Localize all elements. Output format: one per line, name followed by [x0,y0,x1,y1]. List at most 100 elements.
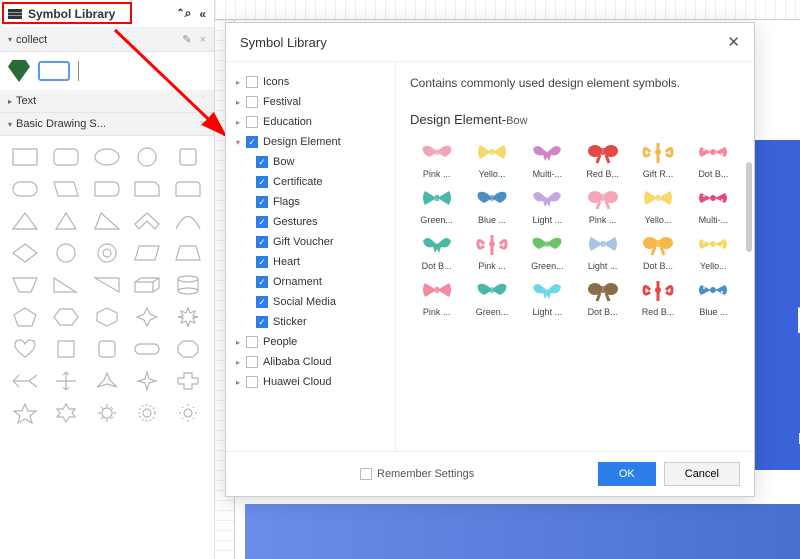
scrollbar[interactable] [746,162,752,252]
shape-gear[interactable] [90,400,124,426]
preview-item[interactable]: Red B... [631,275,684,317]
checkbox-icon[interactable] [246,76,258,88]
preview-item[interactable]: Dot B... [410,229,463,271]
checkbox-icon[interactable]: ✓ [256,316,268,328]
cancel-button[interactable]: Cancel [664,462,740,486]
tree-item-certificate[interactable]: ✓Certificate [226,172,395,192]
preview-item[interactable]: Blue ... [465,183,518,225]
preview-item[interactable]: Green... [410,183,463,225]
tree-item-alibaba-cloud[interactable]: Alibaba Cloud [226,352,395,372]
shape-skew[interactable] [49,176,83,202]
preview-item[interactable]: Green... [465,275,518,317]
shape-block[interactable] [130,272,164,298]
edit-icon[interactable]: ✎ [182,33,191,46]
tree-item-sticker[interactable]: ✓Sticker [226,312,395,332]
tree-item-gestures[interactable]: ✓Gestures [226,212,395,232]
shape-burst[interactable] [171,304,205,330]
preview-item[interactable]: Blue ... [687,275,740,317]
shape-roundrect2[interactable] [8,176,42,202]
shape-roundsquare[interactable] [90,336,124,362]
checkbox-icon[interactable]: ✓ [256,176,268,188]
badge-shape[interactable] [8,60,30,82]
shape-arrowright[interactable] [8,368,42,394]
tree-item-icons[interactable]: Icons [226,72,395,92]
shape-trapezoid[interactable] [171,240,205,266]
tree-item-flags[interactable]: ✓Flags [226,192,395,212]
preview-item[interactable]: Yello... [465,137,518,179]
preview-item[interactable]: Gift R... [631,137,684,179]
checkbox-icon[interactable]: ✓ [256,216,268,228]
preview-item[interactable]: Light ... [576,229,629,271]
preview-item[interactable]: Pink ... [576,183,629,225]
tree-item-people[interactable]: People [226,332,395,352]
preview-item[interactable]: Dot B... [576,275,629,317]
checkbox-icon[interactable]: ✓ [256,276,268,288]
tree-item-bow[interactable]: ✓Bow [226,152,395,172]
shape-sun[interactable] [171,400,205,426]
shape-circle[interactable] [130,144,164,170]
search-icon[interactable]: ⌕ [185,6,192,21]
shape-curve[interactable] [171,208,205,234]
shape-triangle3[interactable] [90,208,124,234]
shape-rtriangle[interactable] [49,272,83,298]
checkbox-icon[interactable] [360,468,372,480]
checkbox-icon[interactable]: ✓ [256,256,268,268]
shape-pill[interactable] [130,336,164,362]
shape-corner[interactable] [130,176,164,202]
tree-item-festival[interactable]: Festival [226,92,395,112]
shape-cylinder[interactable] [171,272,205,298]
checkbox-icon[interactable]: ✓ [246,136,258,148]
preview-item[interactable]: Multi-... [687,183,740,225]
shape-octagon[interactable] [171,336,205,362]
section-text[interactable]: ▸ Text [0,90,214,113]
checkbox-icon[interactable]: ✓ [256,156,268,168]
tree-item-heart[interactable]: ✓Heart [226,252,395,272]
checkbox-icon[interactable]: ✓ [256,236,268,248]
preview-item[interactable]: Light ... [521,183,574,225]
close-section-icon[interactable]: × [200,118,206,130]
shape-pentagon[interactable] [8,304,42,330]
shape-heart[interactable] [8,336,42,362]
shape-parallelogram[interactable] [130,240,164,266]
shape-4arrow[interactable] [49,368,83,394]
tree-item-education[interactable]: Education [226,112,395,132]
shape-star5[interactable] [8,400,42,426]
preview-item[interactable]: Pink ... [410,137,463,179]
tree-item-ornament[interactable]: ✓Ornament [226,272,395,292]
preview-item[interactable]: Dot B... [631,229,684,271]
shape-triangle[interactable] [8,208,42,234]
line-shape[interactable] [78,61,79,81]
shape-roundrect[interactable] [49,144,83,170]
shape-rect[interactable] [8,144,42,170]
shape-diamond[interactable] [8,240,42,266]
checkbox-icon[interactable] [246,336,258,348]
shape-trapezoid2[interactable] [8,272,42,298]
preview-item[interactable]: Pink ... [410,275,463,317]
tree-item-gift-voucher[interactable]: ✓Gift Voucher [226,232,395,252]
shape-halfround[interactable] [90,176,124,202]
tree-item-huawei-cloud[interactable]: Huawei Cloud [226,372,395,392]
shape-square2[interactable] [49,336,83,362]
shape-donut[interactable] [90,240,124,266]
shape-rtriangle2[interactable] [90,272,124,298]
checkbox-icon[interactable] [246,356,258,368]
ok-button[interactable]: OK [598,462,656,486]
shape-ellipse[interactable] [90,144,124,170]
shape-square[interactable] [171,144,205,170]
shape-triangle2[interactable] [49,208,83,234]
preview-item[interactable]: Yello... [687,229,740,271]
remember-settings[interactable]: Remember Settings [360,468,474,480]
shape-star4[interactable] [130,304,164,330]
shape-cross[interactable] [171,368,205,394]
collapse-icon[interactable]: « [199,7,206,21]
preview-item[interactable]: Yello... [631,183,684,225]
tree-item-design-element[interactable]: ✓Design Element [226,132,395,152]
close-section-icon[interactable]: × [200,34,206,46]
preview-item[interactable]: Dot B... [687,137,740,179]
preview-item[interactable]: Multi-... [521,137,574,179]
checkbox-icon[interactable]: ✓ [256,296,268,308]
tree-item-social-media[interactable]: ✓Social Media [226,292,395,312]
shape-circle2[interactable] [49,240,83,266]
shape-gear2[interactable] [130,400,164,426]
shape-tristar[interactable] [90,368,124,394]
